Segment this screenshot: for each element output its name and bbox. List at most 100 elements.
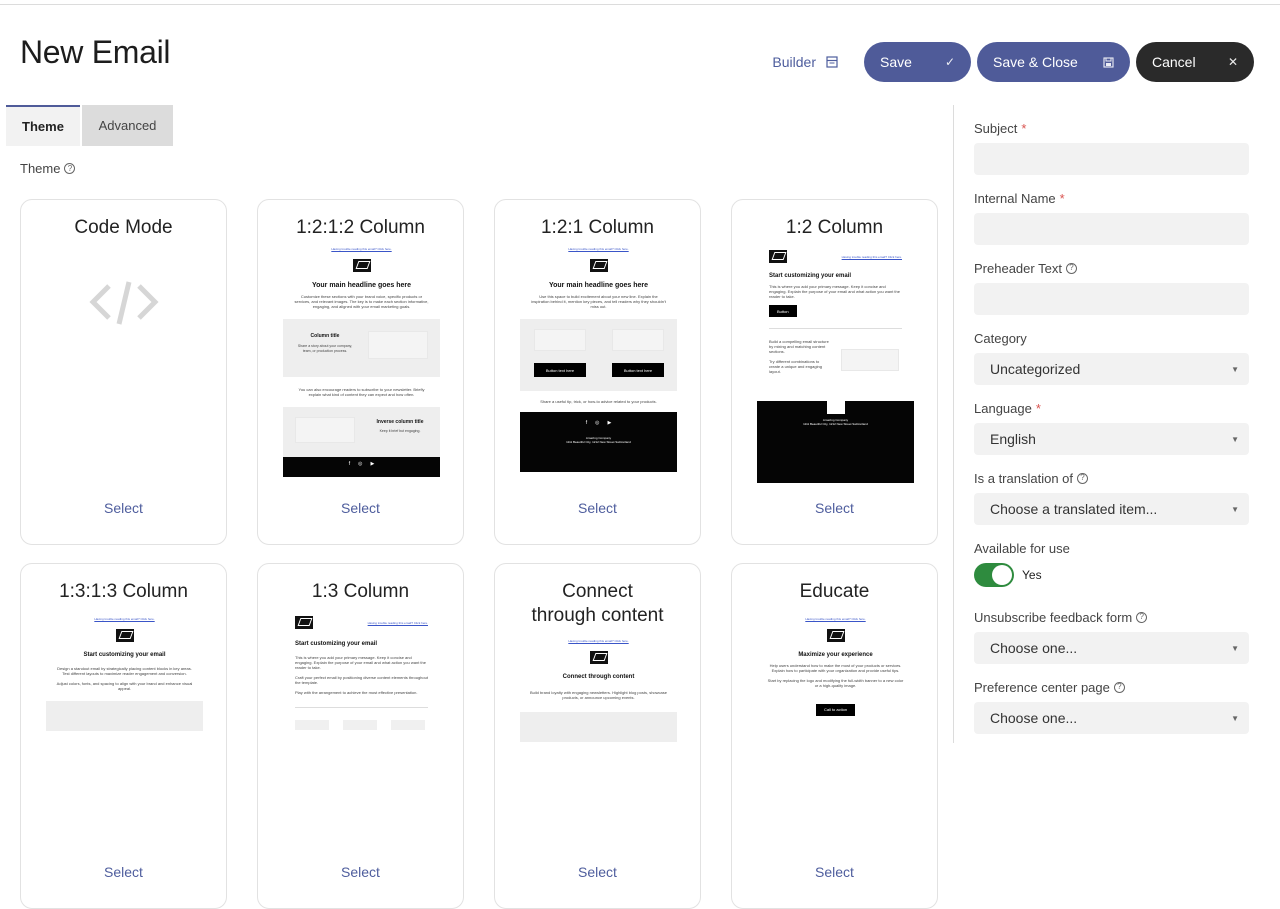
preview-body-2: Adjust colors, fonts, and spacing to ali… [56,681,193,691]
preview-headline: Your main headline goes here [548,282,649,289]
unsubscribe-field: Unsubscribe feedback form? Choose one...… [974,609,1249,664]
language-field: Language * English ▼ [974,400,1249,455]
preheader-input[interactable] [974,283,1249,315]
select-theme-button[interactable]: Select [495,864,700,880]
select-theme-button[interactable]: Select [732,500,937,516]
logo-icon [769,250,787,263]
preview-button: Button text here [534,363,586,377]
preview-link: Having trouble reading this email? Click… [331,247,392,251]
help-circle-icon[interactable]: ? [1077,472,1088,484]
preview-banner [520,712,677,742]
preview-button: Button [769,305,797,317]
preview-body: Customize these sections with your brand… [294,294,429,309]
toggle-knob [992,565,1012,585]
select-theme-button[interactable]: Select [258,500,463,516]
language-value: English [990,431,1036,447]
translation-field: Is a translation of? Choose a translated… [974,470,1249,525]
internal-name-input[interactable] [974,213,1249,245]
preview-address: 1111 Beautiful City, 1212 New Street Swi… [803,421,868,426]
language-select[interactable]: English ▼ [974,423,1249,455]
preview-address: 1111 Beautiful City, 1212 New Street Swi… [566,440,631,444]
theme-card-1-2-column[interactable]: 1:2 Column Having trouble reading this e… [731,199,938,545]
preference-field: Preference center page? Choose one... ▼ [974,679,1249,734]
theme-card-educate[interactable]: Educate Having trouble reading this emai… [731,563,938,909]
logo-icon [589,259,608,272]
category-label: Category [974,330,1027,346]
builder-icon [826,56,838,68]
available-label: Available for use [974,540,1070,556]
page-title: New Email [20,34,171,70]
category-select[interactable]: Uncategorized ▼ [974,353,1249,385]
required-mark: * [1059,190,1065,206]
select-theme-button[interactable]: Select [258,864,463,880]
theme-card-title: 1:3 Column [311,581,410,602]
preview-inverse-block: Inverse column title Keep it brief but e… [283,407,440,457]
floppy-icon [1103,56,1114,68]
preference-value: Choose one... [990,710,1078,726]
theme-card-title: Educate [799,581,870,602]
preview-try-text: Try different combinations to create a u… [769,358,822,374]
save-button[interactable]: Save ✓ [864,42,971,82]
preview-column-block [46,701,203,731]
translation-select[interactable]: Choose a translated item... ▼ [974,493,1249,525]
help-circle-icon[interactable]: ? [64,163,76,174]
help-circle-icon[interactable]: ? [1113,681,1125,693]
logo-icon [115,629,134,642]
select-theme-button[interactable]: Select [732,864,937,880]
image-placeholder [368,331,428,359]
preview-body-2: Start by replacing the logo and modifyin… [767,678,904,688]
caret-down-icon: ▼ [1231,504,1239,514]
preview-body: This is where you add your primary messa… [295,655,426,670]
theme-label-text: Theme [20,161,61,176]
image-placeholder [295,417,355,443]
preview-headline: Start customizing your email [769,273,852,279]
cancel-button[interactable]: Cancel ✕ [1136,42,1254,82]
help-circle-icon[interactable]: ? [1136,611,1148,623]
preview-button: Call to action [815,703,856,716]
caret-down-icon: ▼ [1231,643,1239,653]
tab-advanced[interactable]: Advanced [82,105,173,146]
preview-body: Use this space to build excitement about… [531,294,666,309]
preview-headline: Start customizing your email [83,652,166,658]
theme-card-1-3-1-3-column[interactable]: 1:3:1:3 Column Having trouble reading th… [20,563,227,909]
cancel-label: Cancel [1152,54,1196,70]
theme-grid: Code Mode Select 1:2:1:2 Column Having t… [20,199,938,909]
preview-body: Build brand loyalty with engaging newsle… [530,690,667,700]
image-placeholder [534,329,586,351]
preview-body-3: Play with the arrangement to achieve the… [295,690,418,695]
help-circle-icon[interactable]: ? [1065,262,1077,274]
top-divider [0,4,1280,5]
unsubscribe-label: Unsubscribe feedback form [974,609,1133,625]
language-label: Language [974,400,1032,416]
preview-divider [295,707,428,708]
subject-input[interactable] [974,143,1249,175]
theme-card-1-3-column[interactable]: 1:3 Column Having trouble reading this e… [257,563,464,909]
unsubscribe-select[interactable]: Choose one... ▼ [974,632,1249,664]
preview-link: Having trouble reading this email? Click… [94,617,155,621]
tab-theme[interactable]: Theme [6,105,80,146]
theme-card-title: 1:3:1:3 Column [59,581,188,602]
preview-headline: Start customizing your email [295,641,378,647]
preview-body: Help users understand how to make the mo… [769,663,902,673]
preview-body: Design a standout email by strategically… [57,666,192,676]
theme-card-1-2-1-column[interactable]: 1:2:1 Column Having trouble reading this… [494,199,701,545]
preview-body: This is where you add your primary messa… [769,284,900,299]
theme-card-1-2-1-2-column[interactable]: 1:2:1:2 Column Having trouble reading th… [257,199,464,545]
select-theme-button[interactable]: Select [21,864,226,880]
image-placeholder [612,329,664,351]
builder-button[interactable]: Builder [772,54,838,70]
header-actions: Builder Save ✓ Save & Close Cancel ✕ [772,42,1254,82]
builder-label: Builder [772,54,816,70]
subject-field: Subject * [974,120,1249,175]
theme-card-code-mode[interactable]: Code Mode Select [20,199,227,545]
category-field: Category Uncategorized ▼ [974,330,1249,385]
unsubscribe-value: Choose one... [990,640,1078,656]
theme-card-connect-through-content[interactable]: Connect through content Having trouble r… [494,563,701,909]
preference-select[interactable]: Choose one... ▼ [974,702,1249,734]
available-toggle[interactable] [974,563,1014,587]
save-close-button[interactable]: Save & Close [977,42,1130,82]
subject-label: Subject [974,120,1018,136]
select-theme-button[interactable]: Select [21,500,226,516]
preview-two-col-block: Button text here Button text here [520,319,677,391]
select-theme-button[interactable]: Select [495,500,700,516]
